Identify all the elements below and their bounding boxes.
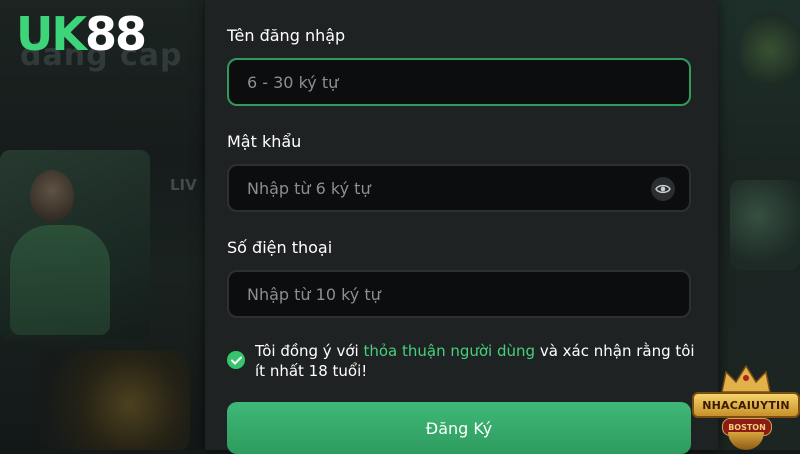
watermark-badge: NHACAIUYTIN BOSTON [692, 362, 800, 450]
watermark-sub-text: BOSTON [728, 422, 766, 432]
agreement-text-before: Tôi đồng ý với [255, 342, 364, 360]
username-input[interactable]: 6 - 30 ký tự [227, 58, 691, 106]
username-label: Tên đăng nhập [227, 26, 346, 45]
watermark-main-text: NHACAIUYTIN [702, 398, 790, 412]
phone-placeholder: Nhập từ 10 ký tự [247, 284, 381, 304]
background-right-image [740, 10, 800, 90]
username-placeholder: 6 - 30 ký tự [247, 72, 339, 92]
background-player-body [10, 225, 110, 335]
register-button[interactable]: Đăng Ký [227, 402, 691, 454]
password-input[interactable]: Nhập từ 6 ký tự [227, 164, 691, 212]
watermark-ribbon: NHACAIUYTIN [692, 392, 800, 418]
background-player-image [30, 170, 74, 222]
user-agreement-link[interactable]: thỏa thuận người dùng [363, 342, 535, 360]
password-label: Mật khẩu [227, 132, 302, 151]
background-live-label: LIV [170, 176, 197, 194]
brand-logo[interactable]: UK88 [16, 6, 147, 62]
background-right-card [730, 180, 800, 270]
crown-icon [721, 364, 771, 393]
agreement-text: Tôi đồng ý với thỏa thuận người dùng và … [255, 341, 695, 381]
logo-uk-text: UK [16, 7, 87, 61]
shield-icon [728, 432, 764, 450]
password-placeholder: Nhập từ 6 ký tự [247, 178, 371, 198]
eye-icon[interactable] [651, 177, 675, 201]
logo-number-text: 88 [85, 7, 147, 61]
agreement-checkbox[interactable] [227, 351, 245, 369]
phone-label: Số điện thoại [227, 238, 333, 257]
checkmark-icon [230, 356, 242, 364]
phone-input[interactable]: Nhập từ 10 ký tự [227, 270, 691, 318]
background-game-card [40, 350, 190, 450]
